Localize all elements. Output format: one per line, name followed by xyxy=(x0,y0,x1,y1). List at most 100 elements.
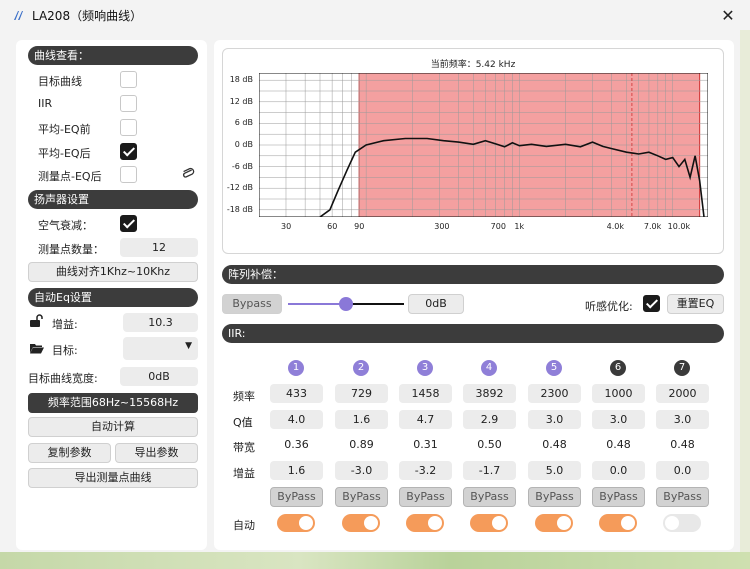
band-auto-toggle[interactable] xyxy=(663,514,701,532)
band-freq-value[interactable]: 2000 xyxy=(656,384,709,403)
target-width-value[interactable]: 0dB xyxy=(120,367,198,386)
band-number-badge: 7 xyxy=(674,360,690,376)
band-bypass-button[interactable]: ByPass xyxy=(399,487,452,507)
measure-points-value[interactable]: 12 xyxy=(120,238,198,257)
right-panel: 当前频率：5.42 kHz 18 dB 12 dB 6 dB 0 dB -6 dB -12… xyxy=(214,40,734,550)
band-number-badge: 3 xyxy=(417,360,433,376)
band-auto-toggle[interactable] xyxy=(599,514,637,532)
left-panel: 曲线查看： 目标曲线 IIR 平均-EQ前 平均-EQ后 测量点-EQ后 扬声器… xyxy=(16,40,207,550)
target-curve-checkbox[interactable] xyxy=(120,71,137,88)
band-gain-value[interactable]: -1.7 xyxy=(463,461,516,480)
reset-eq-button[interactable]: 重置EQ xyxy=(667,294,724,314)
band-bypass-button[interactable]: ByPass xyxy=(528,487,581,507)
title-bar: LA208（频响曲线） ✕ xyxy=(0,0,750,30)
band-bandwidth-value: 0.89 xyxy=(349,438,374,451)
measure-points-label: 测量点数量： xyxy=(38,243,104,256)
target-label: 目标: xyxy=(52,344,78,357)
band-number-badge: 1 xyxy=(288,360,304,376)
auto-calc-button[interactable]: 自动计算 xyxy=(28,417,198,437)
band-auto-toggle[interactable] xyxy=(342,514,380,532)
band-q-value[interactable]: 3.0 xyxy=(656,410,709,429)
band-bandwidth-value: 0.31 xyxy=(413,438,438,451)
gain-value[interactable]: 10.3 xyxy=(123,313,198,332)
curve-label-avg-post: 平均-EQ后 xyxy=(38,147,91,160)
curve-label-target: 目标曲线 xyxy=(38,75,82,88)
listening-optimize-label: 听感优化: xyxy=(585,300,633,313)
air-attenuation-label: 空气衰减： xyxy=(38,219,93,232)
y-tick-label: 0 dB xyxy=(234,140,253,149)
paperclip-icon[interactable] xyxy=(180,166,196,182)
target-select[interactable]: ▼ xyxy=(123,337,198,360)
band-auto-toggle[interactable] xyxy=(277,514,315,532)
band-q-value[interactable]: 1.6 xyxy=(335,410,388,429)
array-db-value[interactable]: 0dB xyxy=(408,294,464,314)
band-bypass-button[interactable]: ByPass xyxy=(463,487,516,507)
band-freq-value[interactable]: 1458 xyxy=(399,384,452,403)
band-gain-value[interactable]: 5.0 xyxy=(528,461,581,480)
point-post-eq-checkbox[interactable] xyxy=(120,166,137,183)
band-auto-toggle[interactable] xyxy=(535,514,573,532)
band-q-value[interactable]: 3.0 xyxy=(592,410,645,429)
band-bypass-button[interactable]: ByPass xyxy=(270,487,323,507)
band-gain-value[interactable]: 0.0 xyxy=(592,461,645,480)
band-gain-value[interactable]: 1.6 xyxy=(270,461,323,480)
auto-eq-header: 自动Eq设置 xyxy=(28,288,198,307)
chart-plot-area[interactable] xyxy=(259,73,708,217)
band-bandwidth-value: 0.48 xyxy=(670,438,695,451)
unlock-icon[interactable] xyxy=(29,314,43,328)
row-label-gain: 增益 xyxy=(233,467,255,480)
band-bypass-button[interactable]: ByPass xyxy=(592,487,645,507)
y-tick-label: -18 dB xyxy=(226,204,253,214)
avg-pre-eq-checkbox[interactable] xyxy=(120,119,137,136)
frequency-response-chart[interactable]: 当前频率：5.42 kHz 18 dB 12 dB 6 dB 0 dB -6 dB -12… xyxy=(222,48,724,254)
band-q-value[interactable]: 4.0 xyxy=(270,410,323,429)
band-gain-value[interactable]: -3.2 xyxy=(399,461,452,480)
export-params-button[interactable]: 导出参数 xyxy=(115,443,198,463)
x-tick-label: 30 xyxy=(280,222,292,231)
array-gain-slider-thumb[interactable] xyxy=(339,297,353,311)
chart-title: 当前频率：5.42 kHz xyxy=(430,60,516,70)
curve-view-header: 曲线查看： xyxy=(28,46,198,65)
x-tick-label: 10.0k xyxy=(667,222,691,231)
y-tick-label: 12 dB xyxy=(229,96,253,106)
iir-header: IIR: xyxy=(222,324,724,343)
array-bypass-button[interactable]: Bypass xyxy=(222,294,282,314)
y-tick-label: 6 dB xyxy=(234,118,253,128)
band-freq-value[interactable]: 3892 xyxy=(463,384,516,403)
iir-checkbox[interactable] xyxy=(120,95,137,112)
band-q-value[interactable]: 2.9 xyxy=(463,410,516,429)
curve-align-button[interactable]: 曲线对齐1Khz~10Khz xyxy=(28,262,198,282)
row-label-auto: 自动 xyxy=(233,519,255,532)
band-auto-toggle[interactable] xyxy=(406,514,444,532)
band-bandwidth-value: 0.48 xyxy=(606,438,631,451)
close-icon[interactable]: ✕ xyxy=(717,4,739,26)
band-number-badge: 2 xyxy=(353,360,369,376)
band-auto-toggle[interactable] xyxy=(470,514,508,532)
band-bandwidth-value: 0.50 xyxy=(477,438,502,451)
band-freq-value[interactable]: 729 xyxy=(335,384,388,403)
band-gain-value[interactable]: -3.0 xyxy=(335,461,388,480)
band-number-badge: 4 xyxy=(481,360,497,376)
export-measure-curve-button[interactable]: 导出测量点曲线 xyxy=(28,468,198,488)
y-tick-label: -6 dB xyxy=(231,161,253,171)
target-width-label: 目标曲线宽度: xyxy=(28,372,98,385)
avg-post-eq-checkbox[interactable] xyxy=(120,143,137,160)
band-bypass-button[interactable]: ByPass xyxy=(656,487,709,507)
x-tick-label: 60 xyxy=(327,222,338,231)
x-tick-label: 300 xyxy=(434,222,450,231)
band-freq-value[interactable]: 433 xyxy=(270,384,323,403)
air-attenuation-checkbox[interactable] xyxy=(120,215,137,232)
band-q-value[interactable]: 3.0 xyxy=(528,410,581,429)
band-freq-value[interactable]: 1000 xyxy=(592,384,645,403)
band-bypass-button[interactable]: ByPass xyxy=(335,487,388,507)
copy-params-button[interactable]: 复制参数 xyxy=(28,443,111,463)
gain-label: 增益: xyxy=(52,318,78,331)
band-gain-value[interactable]: 0.0 xyxy=(656,461,709,480)
band-q-value[interactable]: 4.7 xyxy=(399,410,452,429)
listening-optimize-checkbox[interactable] xyxy=(643,295,660,312)
band-bandwidth-value: 0.48 xyxy=(542,438,567,451)
band-freq-value[interactable]: 2300 xyxy=(528,384,581,403)
folder-open-icon[interactable] xyxy=(29,341,45,355)
frequency-range-button[interactable]: 频率范围68Hz~15568Hz xyxy=(28,393,198,413)
app-logo-icon xyxy=(14,11,23,20)
